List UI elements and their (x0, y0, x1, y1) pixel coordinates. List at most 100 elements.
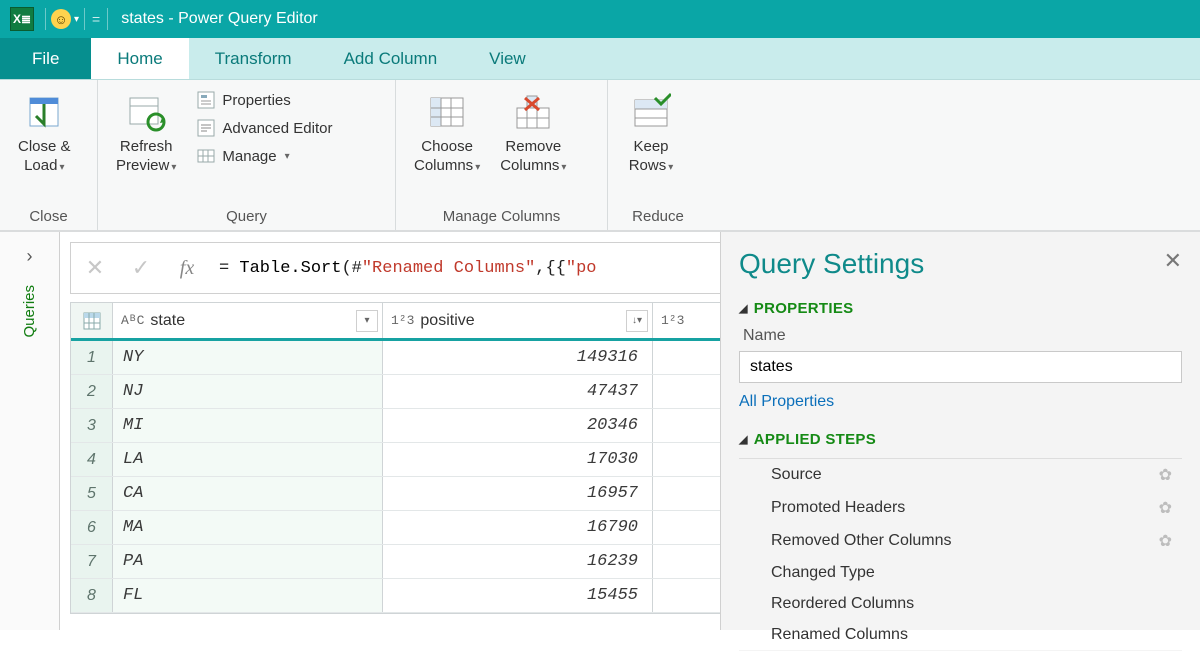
refresh-icon (124, 90, 168, 134)
keep-rows-button[interactable]: Keep Rows▾ (616, 86, 686, 180)
step-label: Promoted Headers (771, 499, 905, 517)
fx-icon[interactable]: fx (173, 257, 201, 280)
cell-positive[interactable]: 16790 (383, 511, 653, 544)
remove-columns-button[interactable]: Remove Columns▾ (490, 86, 576, 180)
separator (107, 8, 108, 30)
tab-add-column[interactable]: Add Column (318, 38, 464, 79)
number-type-icon: 1²3 (661, 313, 684, 328)
applied-step[interactable]: Changed Type (739, 558, 1182, 589)
cell-positive[interactable]: 17030 (383, 443, 653, 476)
row-number: 3 (71, 409, 113, 442)
cell-positive[interactable]: 47437 (383, 375, 653, 408)
properties-button[interactable]: Properties (192, 88, 336, 112)
refresh-preview-button[interactable]: Refresh Preview▾ (106, 86, 186, 180)
workspace: › Queries ✕ ✓ fx = Table.Sort(#"Renamed … (0, 232, 1200, 630)
applied-step[interactable]: Source ✿ (739, 459, 1182, 492)
row-header-corner[interactable] (71, 303, 113, 338)
applied-step[interactable]: Removed Other Columns✿ (739, 525, 1182, 558)
cell-state[interactable]: CA (113, 477, 383, 510)
table-icon (83, 312, 101, 330)
separator (84, 8, 85, 30)
query-settings-panel: Query Settings ✕ ◢PROPERTIES Name All Pr… (720, 232, 1200, 630)
cell-positive[interactable]: 15455 (383, 579, 653, 612)
row-number: 1 (71, 341, 113, 374)
advanced-editor-button[interactable]: Advanced Editor (192, 116, 336, 140)
applied-steps-list: Source✿Promoted Headers✿Removed Other Co… (739, 458, 1182, 651)
tab-transform[interactable]: Transform (189, 38, 318, 79)
menu-tabs: File Home Transform Add Column View (0, 38, 1200, 80)
cancel-formula-icon[interactable]: ✕ (81, 255, 109, 281)
collapse-icon: ◢ (739, 302, 748, 315)
step-label: Renamed Columns (771, 626, 908, 644)
gear-icon[interactable]: ✿ (1159, 531, 1172, 551)
choose-columns-label: Choose Columns▾ (414, 138, 480, 176)
column-header-state[interactable]: AᴮC state ▾ (113, 303, 383, 338)
cell-state[interactable]: FL (113, 579, 383, 612)
title-bar: X≣ ☺ ▾ = states - Power Query Editor (0, 0, 1200, 38)
row-number: 5 (71, 477, 113, 510)
cell-state[interactable]: LA (113, 443, 383, 476)
keep-rows-label: Keep Rows▾ (629, 138, 674, 176)
close-load-label: Close & Load▾ (18, 138, 71, 176)
window-title: states - Power Query Editor (121, 10, 318, 28)
manage-button[interactable]: Manage▾ (192, 144, 336, 168)
properties-icon (196, 90, 216, 110)
step-label: Source (771, 466, 822, 484)
tab-home[interactable]: Home (91, 38, 188, 79)
cell-state[interactable]: NY (113, 341, 383, 374)
group-manage-columns-label: Manage Columns (396, 206, 607, 230)
smiley-icon[interactable]: ☺ (51, 9, 71, 29)
separator (45, 8, 46, 30)
applied-step[interactable]: Renamed Columns (739, 620, 1182, 651)
ribbon: Close & Load▾ Close Refresh Preview▾ Pro… (0, 80, 1200, 232)
expand-queries-icon[interactable]: › (27, 246, 33, 267)
cell-positive[interactable]: 149316 (383, 341, 653, 374)
properties-section-header[interactable]: ◢PROPERTIES (739, 300, 1182, 317)
tab-file[interactable]: File (0, 38, 91, 79)
queries-label[interactable]: Queries (21, 285, 38, 338)
close-panel-icon[interactable]: ✕ (1164, 248, 1182, 274)
choose-columns-button[interactable]: Choose Columns▾ (404, 86, 490, 180)
cell-state[interactable]: PA (113, 545, 383, 578)
gear-icon[interactable]: ✿ (1159, 465, 1172, 485)
accept-formula-icon[interactable]: ✓ (127, 255, 155, 281)
column-filter-state-icon[interactable]: ▾ (356, 310, 378, 332)
excel-icon: X≣ (10, 7, 34, 31)
qat-dropdown-icon[interactable]: ▾ (74, 14, 79, 25)
remove-columns-icon (511, 90, 555, 134)
advanced-editor-label: Advanced Editor (222, 120, 332, 137)
group-query-label: Query (98, 206, 395, 230)
tab-view[interactable]: View (463, 38, 552, 79)
cell-state[interactable]: MA (113, 511, 383, 544)
column-sort-positive-icon[interactable]: ↓▾ (626, 310, 648, 332)
cell-positive[interactable]: 16239 (383, 545, 653, 578)
close-load-button[interactable]: Close & Load▾ (8, 86, 81, 180)
refresh-label: Refresh Preview▾ (116, 138, 176, 176)
cell-state[interactable]: NJ (113, 375, 383, 408)
column-header-state-label: state (150, 312, 185, 330)
applied-step[interactable]: Promoted Headers ✿ (739, 492, 1182, 525)
cell-positive[interactable]: 16957 (383, 477, 653, 510)
step-label: Changed Type (771, 564, 875, 582)
column-header-positive-label: positive (420, 312, 474, 330)
applied-steps-header[interactable]: ◢APPLIED STEPS (739, 431, 1182, 448)
name-label: Name (743, 327, 1182, 345)
manage-icon (196, 146, 216, 166)
applied-step[interactable]: Reordered Columns (739, 589, 1182, 620)
gear-icon[interactable]: ✿ (1159, 498, 1172, 518)
group-close-label: Close (0, 206, 97, 230)
query-settings-title: Query Settings (739, 248, 1182, 280)
row-number: 7 (71, 545, 113, 578)
choose-columns-icon (425, 90, 469, 134)
column-header-positive[interactable]: 1²3 positive ↓▾ (383, 303, 653, 338)
row-number: 8 (71, 579, 113, 612)
side-panel: › Queries (0, 232, 60, 630)
all-properties-link[interactable]: All Properties (739, 393, 834, 411)
cell-positive[interactable]: 20346 (383, 409, 653, 442)
collapse-icon: ◢ (739, 433, 748, 446)
number-type-icon: 1²3 (391, 313, 414, 328)
equals-glyph: = (92, 11, 100, 27)
cell-state[interactable]: MI (113, 409, 383, 442)
query-name-input[interactable] (739, 351, 1182, 383)
remove-columns-label: Remove Columns▾ (500, 138, 566, 176)
